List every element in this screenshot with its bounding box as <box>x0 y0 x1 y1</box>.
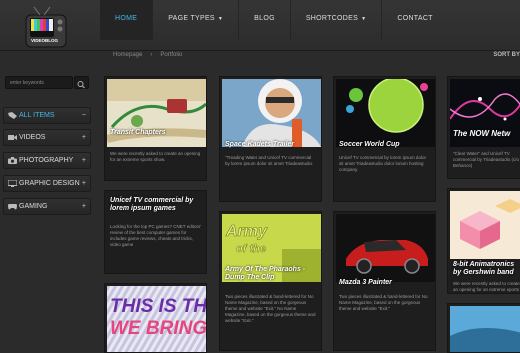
search-icon <box>77 81 85 89</box>
card-thumbnail[interactable] <box>450 191 520 259</box>
collapse-icon: − <box>81 112 86 119</box>
category-label: GRAPHIC DESIGN <box>19 180 80 187</box>
card-title[interactable]: The NOW Netw <box>453 129 510 138</box>
portfolio-card[interactable]: 8-bit Animatronics by Gershwin band We w… <box>447 188 520 294</box>
breadcrumb-home[interactable]: Homepage <box>113 52 142 58</box>
card-description: Two pieces illustrated & hand-lettered f… <box>225 294 316 323</box>
card-description: Two pieces illustrated & hand-lettered f… <box>339 294 428 311</box>
portfolio-card[interactable]: Mazda 3 Painter Two pieces illustrated &… <box>333 211 436 351</box>
nav-page-types-label: PAGE TYPES <box>168 15 215 22</box>
nav-contact[interactable]: CONTACT <box>382 0 447 40</box>
logo-text: VIDEOBLOG <box>31 38 59 43</box>
portfolio-card[interactable]: THIS IS THE WE BRING <box>104 283 207 353</box>
nav-home-label: HOME <box>115 15 138 22</box>
svg-text:WE BRING: WE BRING <box>110 318 206 339</box>
video-icon <box>8 135 17 140</box>
search-button[interactable] <box>74 76 89 89</box>
portfolio-card[interactable]: Soccer World Cup Unicef TV commercial by… <box>333 76 436 202</box>
nav-blog-label: BLOG <box>254 15 275 22</box>
category-photography[interactable]: PHOTOGRAPHY + <box>3 152 91 169</box>
nav-home[interactable]: HOME <box>100 0 153 40</box>
card-thumbnail[interactable] <box>336 79 435 147</box>
card-title[interactable]: Space Kadets Trailer <box>225 141 294 148</box>
svg-text:Army: Army <box>225 223 268 240</box>
portfolio-card[interactable]: Transit Chapters We were recently asked … <box>104 76 207 181</box>
monitor-icon <box>8 180 17 187</box>
tv-logo-icon[interactable]: VIDEOBLOG <box>20 5 72 49</box>
nav-page-types[interactable]: PAGE TYPES ▼ <box>153 0 238 40</box>
caret-down-icon: ▼ <box>361 16 367 22</box>
breadcrumb: Homepage › Portfolio <box>113 52 190 58</box>
sort-by-label[interactable]: SORT BY <box>493 52 520 58</box>
svg-text:THIS IS THE: THIS IS THE <box>110 296 206 317</box>
card-thumbnail[interactable] <box>222 79 321 147</box>
category-label: ALL ITEMS <box>19 112 55 119</box>
category-label: VIDEOS <box>19 134 46 141</box>
card-thumbnail[interactable] <box>450 306 520 352</box>
portfolio-card[interactable]: Space Kadets Trailer "Treading Water and… <box>219 76 322 202</box>
camera-icon <box>8 157 17 164</box>
card-title[interactable]: Mazda 3 Painter <box>339 279 392 286</box>
search-input[interactable] <box>5 76 73 89</box>
top-bar: VIDEOBLOG HOME PAGE TYPES ▼ BLOG SHORTCOD… <box>0 0 520 51</box>
breadcrumb-current: Portfolio <box>160 52 183 58</box>
card-thumbnail[interactable] <box>336 214 435 282</box>
card-title[interactable]: Unicef TV commercial by lorem ipsum game… <box>110 197 202 213</box>
nav-contact-label: CONTACT <box>397 15 433 22</box>
nav-shortcodes-label: SHORTCODES <box>305 15 359 22</box>
category-all-items[interactable]: ALL ITEMS − <box>3 107 91 124</box>
expand-icon: + <box>81 203 86 210</box>
card-description: Unicef TV commercial by lorem ipsum dolo… <box>339 155 426 172</box>
caret-down-icon: ▼ <box>217 16 224 22</box>
category-label: PHOTOGRAPHY <box>19 157 74 164</box>
gamepad-icon <box>8 204 17 210</box>
portfolio-card[interactable]: The NOW Netw "Clear Water" and Unicef TV… <box>447 76 520 179</box>
expand-icon: + <box>81 180 86 187</box>
category-label: GAMING <box>19 203 48 210</box>
breadcrumb-separator: › <box>150 52 153 58</box>
expand-icon: + <box>81 157 86 164</box>
card-thumbnail[interactable]: THIS IS THE WE BRING <box>107 286 206 352</box>
expand-icon: + <box>81 134 86 141</box>
svg-text:of the: of the <box>236 243 266 255</box>
tag-icon <box>8 112 17 119</box>
card-description: We were recently asked to create an open… <box>453 281 520 292</box>
main-nav: HOME PAGE TYPES ▼ BLOG SHORTCODES ▼ CONTAC… <box>100 0 448 40</box>
card-description: "Treading Water and Unicef TV commercial… <box>225 155 314 166</box>
portfolio-card[interactable]: Unicef TV commercial by lorem ipsum game… <box>104 190 207 274</box>
card-title[interactable]: Transit Chapters <box>110 129 166 136</box>
portfolio-card[interactable] <box>447 303 520 353</box>
nav-blog[interactable]: BLOG <box>239 0 290 40</box>
category-gaming[interactable]: GAMING + <box>3 198 91 215</box>
nav-shortcodes[interactable]: SHORTCODES ▼ <box>291 0 382 40</box>
card-description: Looking for the top PC games? CNET edito… <box>110 224 202 247</box>
card-title[interactable]: 8-bit Animatronics by Gershwin band <box>453 261 520 277</box>
category-graphic-design[interactable]: GRAPHIC DESIGN + <box>3 175 91 192</box>
card-title[interactable]: Soccer World Cup <box>339 141 400 148</box>
category-videos[interactable]: VIDEOS + <box>3 129 91 146</box>
card-title[interactable]: Army Of The Pharaohs - Dump The Clip <box>225 266 317 282</box>
card-thumbnail[interactable] <box>107 79 206 147</box>
card-description: We were recently asked to create an open… <box>110 151 201 162</box>
card-description: "Clear Water" and Unicef TV commercial b… <box>453 151 520 168</box>
portfolio-card[interactable]: Army of the Army Of The Pharaohs - Dump … <box>219 211 322 351</box>
